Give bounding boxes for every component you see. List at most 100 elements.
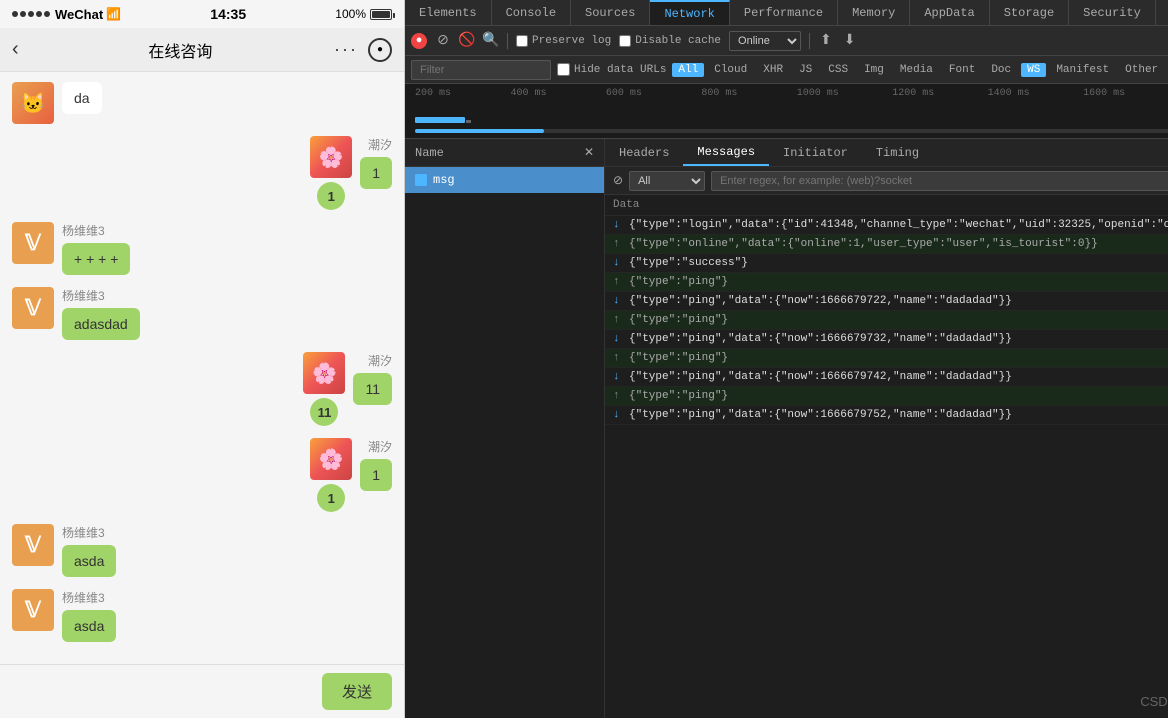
message-count: 11 <box>310 398 338 426</box>
more-menu-button[interactable]: ··· <box>334 39 358 60</box>
filter-tag-img[interactable]: Img <box>858 63 890 77</box>
message-text: 11 <box>365 381 380 397</box>
tab-memory[interactable]: Memory <box>838 0 910 25</box>
message-bubble: asda <box>62 545 116 577</box>
tab-network[interactable]: Network <box>650 0 729 25</box>
record-button[interactable]: ● <box>411 33 427 49</box>
marker-800: 800 ms <box>701 84 796 99</box>
ws-message-item[interactable]: ↑ {"type":"ping"} <box>605 349 1168 368</box>
ws-message-item[interactable]: ↑ {"type":"online","data":{"online":1,"u… <box>605 235 1168 254</box>
message-content: 杨维维3 adasdad <box>62 287 140 340</box>
tab-initiator[interactable]: Initiator <box>769 139 862 166</box>
time-display: 14:35 <box>210 6 246 22</box>
ws-type-select[interactable]: All Sent Received <box>629 171 705 191</box>
tab-storage[interactable]: Storage <box>990 0 1069 25</box>
preserve-log-input[interactable] <box>516 35 528 47</box>
direction-up-icon: ↑ <box>613 390 623 402</box>
message-row: 🐱 da <box>12 82 392 124</box>
ws-message-list[interactable]: ↓ {"type":"login","data":{"id":41348,"ch… <box>605 216 1168 718</box>
ws-message-item[interactable]: ↓ {"type":"success"} <box>605 254 1168 273</box>
search-button[interactable]: 🔍 <box>483 33 499 49</box>
ws-message-item[interactable]: ↓ {"type":"ping","data":{"now":166667972… <box>605 292 1168 311</box>
camera-button[interactable]: ● <box>368 38 392 62</box>
filter-input[interactable] <box>411 60 551 80</box>
direction-down-icon: ↓ <box>613 333 623 345</box>
tab-headers[interactable]: Headers <box>605 139 683 166</box>
tab-security[interactable]: Security <box>1069 0 1156 25</box>
direction-up-icon: ↑ <box>613 276 623 288</box>
avatar: 🐱 <box>12 82 54 124</box>
tab-console[interactable]: Console <box>492 0 571 25</box>
message-sender: 潮汐 <box>368 438 392 455</box>
avatar: 𝕍 <box>12 589 54 631</box>
name-label: Name <box>415 146 444 160</box>
message-content: 潮汐 1 <box>360 438 392 491</box>
marker-600: 600 ms <box>606 84 701 99</box>
filter-tag-manifest[interactable]: Manifest <box>1050 63 1115 77</box>
tab-appdata[interactable]: AppData <box>910 0 989 25</box>
filter-tag-doc[interactable]: Doc <box>985 63 1017 77</box>
marker-1600: 1600 ms <box>1083 84 1168 99</box>
message-row: 潮汐 1 🌸 1 <box>12 438 392 512</box>
message-data: {"type":"ping","data":{"now":1666679752,… <box>629 409 1168 421</box>
tab-performance[interactable]: Performance <box>730 0 838 25</box>
close-pane-icon[interactable]: ✕ <box>584 145 594 160</box>
disable-cache-checkbox[interactable]: Disable cache <box>619 35 721 47</box>
send-button[interactable]: 发送 <box>322 673 392 710</box>
filter-tag-other[interactable]: Other <box>1119 63 1164 77</box>
filter-tag-ws[interactable]: WS <box>1021 63 1046 77</box>
message-count: 1 <box>317 182 345 210</box>
ws-data-header: Data <box>605 195 1168 216</box>
ws-message-item[interactable]: ↓ {"type":"ping","data":{"now":166667973… <box>605 330 1168 349</box>
hide-data-urls-input[interactable] <box>557 63 570 76</box>
upload-icon[interactable]: ⬆ <box>818 30 834 51</box>
download-icon[interactable]: ⬇ <box>842 30 858 51</box>
tab-messages[interactable]: Messages <box>683 139 769 166</box>
preserve-log-checkbox[interactable]: Preserve log <box>516 35 611 47</box>
ws-filter-input[interactable] <box>711 171 1168 191</box>
message-data: {"type":"online","data":{"online":1,"use… <box>629 238 1168 250</box>
signal-dots <box>12 11 50 17</box>
stop-button[interactable]: ⊘ <box>435 33 451 49</box>
marker-400: 400 ms <box>510 84 605 99</box>
filter-tag-js[interactable]: JS <box>793 63 818 77</box>
status-left: WeChat 📶 <box>12 7 121 22</box>
filter-tag-css[interactable]: CSS <box>822 63 854 77</box>
tab-timing[interactable]: Timing <box>862 139 933 166</box>
filter-tag-media[interactable]: Media <box>894 63 939 77</box>
clear-icon[interactable]: ⊘ <box>613 173 623 188</box>
hide-data-urls-checkbox[interactable]: Hide data URLs <box>557 63 666 76</box>
message-data: {"type":"login","data":{"id":41348,"chan… <box>629 219 1168 231</box>
filter-tag-xhr[interactable]: XHR <box>757 63 789 77</box>
message-sender: 杨维维3 <box>62 222 130 239</box>
ws-message-item[interactable]: ↓ {"type":"ping","data":{"now":166667975… <box>605 406 1168 425</box>
websocket-pane: Name ✕ msg Headers Messages Initiator Ti… <box>405 139 1168 718</box>
filter-tag-font[interactable]: Font <box>943 63 981 77</box>
message-content: 潮汐 1 <box>360 136 392 189</box>
ws-message-item[interactable]: ↑ {"type":"ping"} <box>605 311 1168 330</box>
ws-item-msg[interactable]: msg <box>405 167 604 193</box>
network-throttle-select[interactable]: Online Fast 3G Slow 3G Offline <box>729 31 801 51</box>
marker-1400: 1400 ms <box>988 84 1083 99</box>
avatar-with-count: 🌸 11 <box>303 352 345 426</box>
ws-message-item[interactable]: ↓ {"type":"login","data":{"id":41348,"ch… <box>605 216 1168 235</box>
chat-messages[interactable]: 🐱 da 潮汐 1 🌸 1 <box>0 72 404 664</box>
filter-tag-cloud[interactable]: Cloud <box>708 63 753 77</box>
ws-message-item[interactable]: ↑ {"type":"ping"} <box>605 273 1168 292</box>
back-button[interactable]: ‹ <box>12 38 19 61</box>
tab-sources[interactable]: Sources <box>571 0 650 25</box>
avatar: 𝕍 <box>12 287 54 329</box>
ws-message-item[interactable]: ↓ {"type":"ping","data":{"now":166667974… <box>605 368 1168 387</box>
tab-elements[interactable]: Elements <box>405 0 492 25</box>
avatar-with-count: 🌸 1 <box>310 438 352 512</box>
disable-cache-input[interactable] <box>619 35 631 47</box>
direction-down-icon: ↓ <box>613 371 623 383</box>
filter-tag-all[interactable]: All <box>672 63 704 77</box>
message-sender: 杨维维3 <box>62 589 116 606</box>
direction-up-icon: ↑ <box>613 352 623 364</box>
filter-button[interactable]: 🚫 <box>459 33 475 49</box>
message-data: {"type":"ping"} <box>629 352 1168 364</box>
message-bubble: 1 <box>360 157 392 189</box>
tab-sensor[interactable]: Sensor <box>1156 0 1168 25</box>
ws-message-item[interactable]: ↑ {"type":"ping"} <box>605 387 1168 406</box>
